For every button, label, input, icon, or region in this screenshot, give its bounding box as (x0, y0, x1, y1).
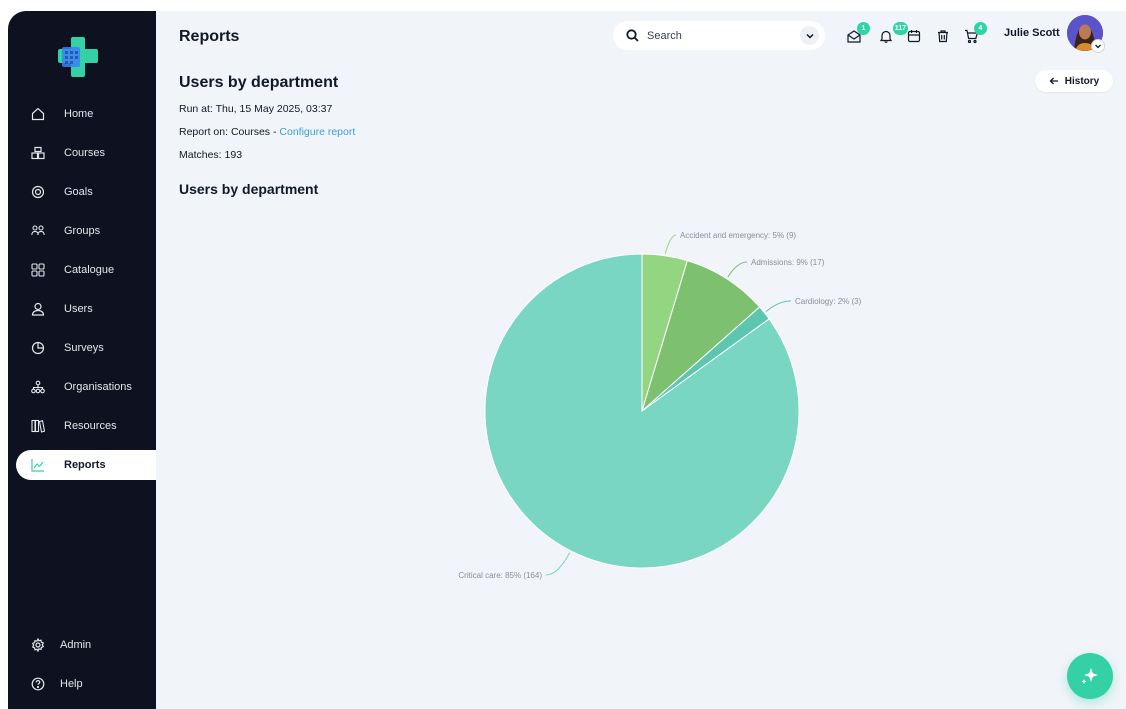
sidebar-item-label: Organisations (64, 381, 132, 393)
catalogue-icon (30, 262, 46, 278)
slice-label: Critical care: 85% (164) (458, 571, 542, 580)
sidebar-item-surveys[interactable]: Surveys (16, 333, 156, 363)
gear-icon (30, 637, 46, 653)
organisations-icon (30, 379, 46, 395)
slice-label: Admissions: 9% (17) (751, 258, 825, 267)
sidebar-item-organisations[interactable]: Organisations (16, 372, 156, 402)
sidebar-item-groups[interactable]: Groups (16, 216, 156, 246)
label-leader-line (664, 234, 677, 254)
sidebar-item-label: Admin (60, 639, 92, 651)
sidebar-item-resources[interactable]: Resources (16, 411, 156, 441)
courses-icon (30, 145, 46, 161)
sidebar: Home Courses Goals Groups Catalogue User… (8, 11, 156, 709)
user-icon (30, 301, 46, 317)
sparkle-icon (1081, 668, 1098, 684)
sidebar-item-label: Resources (64, 420, 117, 432)
sidebar-item-courses[interactable]: Courses (16, 138, 156, 168)
surveys-icon (30, 340, 46, 356)
app-logo[interactable] (56, 35, 100, 79)
label-leader-line (727, 261, 748, 278)
sidebar-item-catalogue[interactable]: Catalogue (16, 255, 156, 285)
sidebar-item-label: Courses (64, 147, 105, 159)
sidebar-item-reports[interactable]: Reports (16, 450, 156, 480)
sidebar-item-users[interactable]: Users (16, 294, 156, 324)
help-icon (30, 676, 46, 692)
sidebar-item-label: Users (64, 303, 93, 315)
resources-icon (30, 418, 46, 434)
slice-label: Accident and emergency: 5% (9) (680, 231, 796, 240)
sidebar-item-label: Help (60, 678, 83, 690)
sidebar-item-label: Reports (64, 459, 106, 471)
home-icon (30, 106, 46, 122)
reports-icon (30, 457, 46, 473)
pie-chart: Accident and emergency: 5% (9) Admissions… (458, 231, 862, 580)
sidebar-item-help[interactable]: Help (16, 669, 156, 699)
main-content: Reports Search 1 117 4 Julie Scott Histo… (156, 11, 1126, 709)
sidebar-item-label: Goals (64, 186, 93, 198)
sidebar-item-label: Home (64, 108, 94, 120)
sidebar-item-admin[interactable]: Admin (16, 630, 156, 660)
sidebar-item-goals[interactable]: Goals (16, 177, 156, 207)
ai-assistant-button[interactable] (1067, 653, 1113, 699)
sidebar-item-home[interactable]: Home (16, 99, 156, 129)
sidebar-item-label: Surveys (64, 342, 104, 354)
sidebar-item-label: Catalogue (64, 264, 115, 276)
slice-label: Cardiology: 2% (3) (795, 297, 862, 306)
label-leader-line (765, 300, 792, 312)
groups-icon (30, 223, 46, 239)
goals-icon (30, 184, 46, 200)
label-leader-line (545, 552, 571, 576)
sidebar-item-label: Groups (64, 225, 101, 237)
